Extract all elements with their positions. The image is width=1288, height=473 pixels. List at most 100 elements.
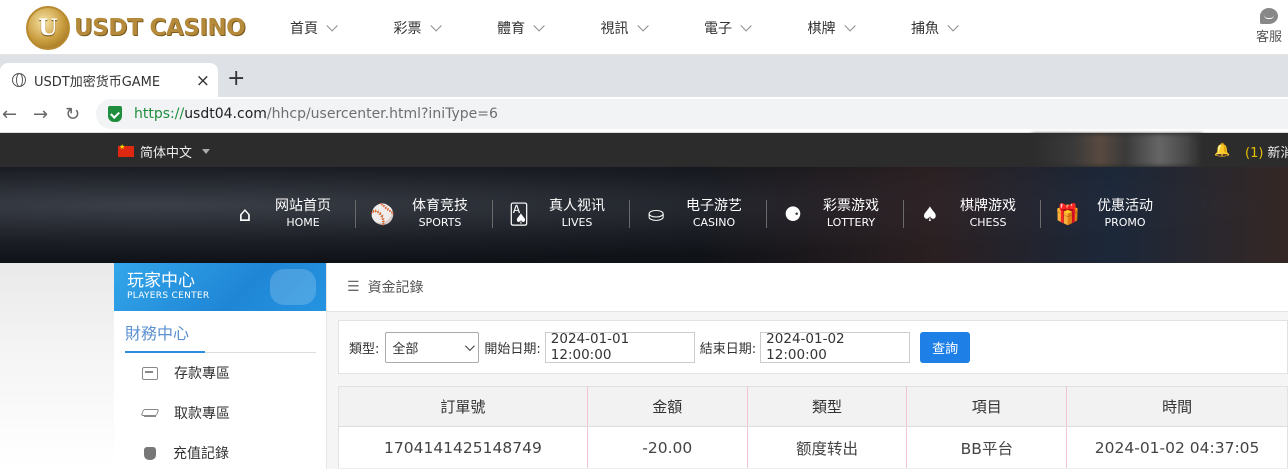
category-promo[interactable]: 🎁 优惠活动 PROMO bbox=[1040, 197, 1180, 231]
casino-chip-icon: ⛀ bbox=[647, 202, 665, 226]
new-tab-button[interactable]: + bbox=[227, 68, 245, 90]
chevron-down-icon bbox=[947, 19, 959, 32]
type-select-value: 全部 bbox=[392, 341, 419, 357]
customer-service-label: 客服 bbox=[1255, 30, 1282, 45]
browser-tab[interactable]: USDT加密货币GAME × bbox=[0, 63, 218, 97]
top-nav-home[interactable]: 首頁 bbox=[290, 0, 394, 55]
chevron-down-icon bbox=[429, 19, 442, 32]
globe-icon bbox=[12, 73, 26, 87]
tab-close-icon[interactable]: × bbox=[196, 71, 210, 91]
category-chess[interactable]: ♠ 棋牌游戏 CHESS bbox=[903, 197, 1043, 231]
caret-down-icon bbox=[202, 149, 211, 154]
start-date-label: 開始日期: bbox=[484, 341, 541, 357]
active-underline bbox=[125, 351, 205, 353]
sidebar-item-withdraw[interactable]: 取款專區 bbox=[114, 393, 326, 433]
url-host: usdt04.com bbox=[184, 106, 267, 122]
language-selector[interactable]: 简体中文 bbox=[118, 142, 211, 161]
cards-icon: 🂡 bbox=[508, 202, 530, 226]
category-en-label: CASINO bbox=[692, 216, 736, 229]
category-label: 优惠活动 PROMO bbox=[1097, 197, 1153, 231]
site-logo[interactable]: U USDT CASINO bbox=[26, 5, 246, 51]
header-item: 項目 bbox=[906, 386, 1068, 427]
breadcrumb: ☰ 資金記錄 bbox=[327, 263, 1288, 312]
top-nav-label: 視訊 bbox=[600, 20, 629, 37]
notification-link[interactable]: (1) 新消 bbox=[1245, 142, 1288, 161]
category-cn-label: 网站首页 bbox=[275, 198, 331, 214]
chevron-down-icon bbox=[465, 340, 476, 351]
cell-time: 2024-01-02 04:37:05 bbox=[1066, 426, 1288, 469]
top-nav-chess[interactable]: 棋牌 bbox=[808, 0, 912, 55]
top-nav: 首頁 彩票 體育 視訊 電子 棋牌 捕魚 bbox=[290, 0, 1015, 55]
category-en-label: SPORTS bbox=[418, 216, 462, 229]
page-title: 資金記錄 bbox=[367, 280, 424, 296]
spade-icon: ♠ bbox=[921, 202, 939, 226]
lottery-balls-icon: ⚈ bbox=[784, 202, 802, 226]
sidebar-item-label: 取款專區 bbox=[174, 406, 230, 422]
header-time: 時間 bbox=[1066, 386, 1288, 427]
category-lives[interactable]: 🂡 真人视讯 LIVES bbox=[492, 197, 632, 231]
bell-icon[interactable]: 🔔 bbox=[1214, 143, 1230, 158]
category-label: 彩票游戏 LOTTERY bbox=[823, 197, 879, 231]
basketball-icon: ⚾ bbox=[370, 202, 395, 226]
category-casino[interactable]: ⛀ 电子游艺 CASINO bbox=[629, 197, 769, 231]
forward-arrow-icon[interactable]: → bbox=[33, 104, 48, 125]
top-nav-sports[interactable]: 體育 bbox=[497, 0, 601, 55]
logo-badge-icon: U bbox=[26, 6, 70, 50]
category-nav: ⌂ 网站首页 HOME ⚾ 体育竞技 SPORTS 🂡 真人视讯 LIVES ⛀ 电子游艺 CASIN… bbox=[221, 197, 1180, 231]
sidebar-title: 玩家中心 bbox=[127, 271, 195, 291]
home-icon: ⌂ bbox=[238, 202, 252, 226]
cell-item: BB平台 bbox=[906, 426, 1068, 469]
type-select[interactable]: 全部 bbox=[385, 331, 480, 363]
end-date-input[interactable]: 2024-01-02 12:00:00 bbox=[760, 331, 911, 363]
category-en-label: HOME bbox=[286, 216, 320, 229]
browser-tabbar: USDT加密货币GAME × + bbox=[0, 55, 1288, 97]
header-order-no: 訂單號 bbox=[338, 386, 588, 427]
category-cn-label: 彩票游戏 bbox=[823, 198, 879, 214]
top-nav-label: 棋牌 bbox=[807, 20, 836, 37]
sidebar-section-finance[interactable]: 財務中心 bbox=[114, 311, 326, 353]
category-home[interactable]: ⌂ 网站首页 HOME bbox=[221, 197, 358, 231]
type-label: 類型: bbox=[349, 341, 380, 357]
header-amount: 金額 bbox=[587, 386, 748, 427]
sidebar-item-label: 充值記錄 bbox=[173, 446, 229, 462]
sidebar-section-label: 財務中心 bbox=[125, 324, 190, 343]
chat-bubble-icon bbox=[1260, 8, 1278, 24]
menu-icon[interactable]: ☰ bbox=[347, 279, 360, 295]
chevron-down-icon bbox=[326, 19, 338, 32]
address-bar[interactable]: https://usdt04.com/hhcp/usercenter.html?… bbox=[96, 99, 1288, 129]
top-nav-lottery[interactable]: 彩票 bbox=[394, 0, 498, 55]
top-nav-label: 電子 bbox=[704, 20, 732, 37]
top-nav-label: 捕魚 bbox=[911, 20, 939, 37]
top-nav-fishing[interactable]: 捕魚 bbox=[911, 0, 1015, 55]
tab-title: USDT加密货币GAME bbox=[34, 74, 161, 90]
logo-text: USDT CASINO bbox=[74, 15, 246, 41]
category-en-label: LIVES bbox=[561, 216, 593, 229]
start-date-input[interactable]: 2024-01-01 12:00:00 bbox=[544, 331, 695, 363]
category-en-label: LOTTERY bbox=[826, 216, 876, 229]
chevron-down-icon bbox=[533, 19, 545, 32]
category-en-label: PROMO bbox=[1104, 216, 1146, 229]
category-sports[interactable]: ⚾ 体育竞技 SPORTS bbox=[355, 197, 495, 231]
top-nav-live[interactable]: 視訊 bbox=[601, 0, 705, 55]
category-lottery[interactable]: ⚈ 彩票游戏 LOTTERY bbox=[766, 197, 906, 231]
notification-text: 新消 bbox=[1267, 146, 1288, 161]
cash-icon bbox=[142, 407, 158, 420]
main-content: ☰ 資金記錄 類型: 全部 開始日期: 2024-01-01 12:00:00 … bbox=[327, 263, 1288, 469]
hero-banner: ⌂ 网站首页 HOME ⚾ 体育竞技 SPORTS 🂡 真人视讯 LIVES ⛀ 电子游艺 CASIN… bbox=[0, 167, 1288, 263]
top-nav-label: 首頁 bbox=[290, 20, 318, 37]
sidebar-item-recharge-records[interactable]: 充值記錄 bbox=[114, 433, 326, 473]
cell-type: 额度转出 bbox=[747, 426, 908, 469]
table-row: 1704141425148749 -20.00 额度转出 BB平台 2024-0… bbox=[338, 426, 1288, 469]
chevron-down-icon bbox=[636, 19, 649, 32]
category-label: 网站首页 HOME bbox=[275, 197, 331, 231]
query-button[interactable]: 查詢 bbox=[920, 331, 971, 363]
notification-count: (1) bbox=[1245, 146, 1264, 161]
category-label: 真人视讯 LIVES bbox=[549, 197, 605, 231]
back-arrow-icon[interactable]: ← bbox=[2, 104, 17, 125]
sidebar-item-deposit[interactable]: 存款專區 bbox=[114, 353, 326, 393]
top-nav-electronic[interactable]: 電子 bbox=[704, 0, 808, 55]
category-cn-label: 优惠活动 bbox=[1097, 198, 1153, 214]
customer-service-button[interactable]: 客服 bbox=[1250, 8, 1288, 45]
sidebar-subtitle: PLAYERS CENTER bbox=[127, 291, 210, 301]
reload-icon[interactable]: ↻ bbox=[65, 104, 80, 125]
